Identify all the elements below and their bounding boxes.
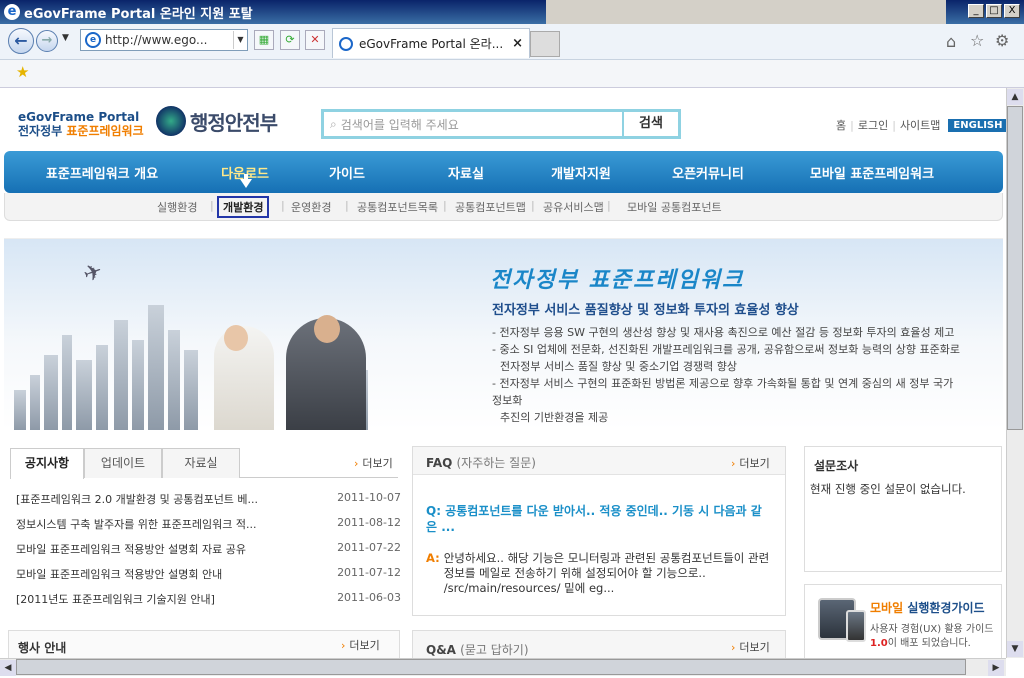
home-icon[interactable]: ⌂ xyxy=(946,32,956,51)
list-item[interactable]: [2011년도 표준프레임워크 기술지원 안내] 2011-06-03 xyxy=(16,591,401,607)
down-arrow-icon xyxy=(240,179,252,188)
survey-text: 현재 진행 중인 설문이 없습니다. xyxy=(810,482,966,496)
mobile-guide-title: 모바일 실행환경가이드 xyxy=(870,601,985,615)
government-seal-icon xyxy=(156,106,186,136)
tab-close-icon[interactable]: × xyxy=(512,36,523,51)
horizontal-scroll-thumb[interactable] xyxy=(16,659,966,675)
address-bar[interactable]: e http://www.ego... ▼ xyxy=(80,29,248,51)
tab-title: eGovFrame Portal 온라... xyxy=(359,37,504,51)
scroll-left-icon[interactable]: ◀ xyxy=(0,660,16,676)
scroll-down-icon[interactable]: ▼ xyxy=(1007,641,1023,657)
banner-bullets: - 전자정부 응용 SW 구현의 생산성 향상 및 재사용 촉진으로 예산 절감… xyxy=(492,326,960,424)
list-item[interactable]: [표준프레임워크 2.0 개발환경 및 공통컴포넌트 베... 2011-10-0… xyxy=(16,491,401,507)
nav-overview[interactable]: 표준프레임워크 개요 xyxy=(4,163,200,182)
subnav-shared-service-map[interactable]: 공유서비스맵 xyxy=(543,199,604,215)
events-more-link[interactable]: 더보기 xyxy=(341,637,379,653)
window-title: eGovFrame Portal 온라인 지원 포탈 xyxy=(24,6,253,22)
maximize-button[interactable]: □ xyxy=(986,4,1002,18)
site-search: ⌕ 검색어를 입력해 주세요 검색 xyxy=(321,109,681,139)
search-button[interactable]: 검색 xyxy=(622,112,678,136)
scroll-up-icon[interactable]: ▲ xyxy=(1007,89,1023,105)
add-favorites-icon[interactable]: ★ xyxy=(16,63,29,81)
window-titlebar: e eGovFrame Portal 온라인 지원 포탈 _ □ X xyxy=(0,0,1024,24)
tools-gear-icon[interactable]: ⚙ xyxy=(995,31,1009,50)
faq-more-link[interactable]: 더보기 xyxy=(731,455,769,471)
notice-more-link[interactable]: 더보기 xyxy=(354,455,392,471)
history-dropdown-icon[interactable]: ▼ xyxy=(62,33,69,43)
subnav-mobile-component[interactable]: 모바일 공통컴포넌트 xyxy=(627,199,722,215)
tab-page-icon xyxy=(339,36,353,51)
compatibility-view-icon[interactable]: ▦ xyxy=(254,30,274,50)
banner-subtitle: 전자정부 서비스 품질향상 및 정보화 투자의 효율성 향상 xyxy=(492,303,799,318)
notice-tabs: 공지사항 업데이트 자료실 xyxy=(10,448,398,479)
magnifier-icon: ⌕ xyxy=(330,116,337,131)
events-title: 행사 안내 xyxy=(18,641,67,655)
search-input[interactable]: ⌕ 검색어를 입력해 주세요 xyxy=(324,112,622,136)
qna-title: Q&A (묻고 답하기) xyxy=(426,643,529,657)
banner-title: 전자정부 표준프레임워크 xyxy=(490,268,745,293)
tab-notice[interactable]: 공지사항 xyxy=(10,448,84,479)
faq-title: FAQ (자주하는 질문) xyxy=(426,456,536,470)
list-item[interactable]: 모바일 표준프레임워크 적용방안 설명회 안내 2011-07-12 xyxy=(16,566,401,582)
list-item[interactable]: 정보시스템 구축 발주자를 위한 표준프레임워크 적... 2011-08-12 xyxy=(16,516,401,532)
tab-library[interactable]: 자료실 xyxy=(162,448,240,478)
site-logo[interactable]: eGovFrame Portal 전자정부 표준프레임워크 xyxy=(18,110,144,138)
subnav-component-list[interactable]: 공통컴포넌트목록 xyxy=(357,199,438,215)
nav-developer[interactable]: 개발자지원 xyxy=(528,163,634,182)
close-button[interactable]: X xyxy=(1004,4,1020,18)
subnav-opsenv[interactable]: 운영환경 xyxy=(291,199,331,215)
minimize-button[interactable]: _ xyxy=(968,4,984,18)
faq-question[interactable]: Q: 공통컴포넌트를 다운 받아서.. 적용 중인데.. 기동 시 다음과 같은… xyxy=(426,503,771,535)
subnav-component-map[interactable]: 공통컴포넌트맵 xyxy=(455,199,526,215)
login-link[interactable]: 로그인 xyxy=(858,117,888,133)
sitemap-link[interactable]: 사이트맵 xyxy=(900,117,940,133)
favorites-star-icon[interactable]: ☆ xyxy=(970,31,984,50)
scroll-right-icon[interactable]: ▶ xyxy=(988,660,1004,676)
survey-title: 설문조사 xyxy=(814,459,859,473)
subnav-runtime[interactable]: 실행환경 xyxy=(157,199,197,215)
address-text: http://www.ego... xyxy=(105,33,208,47)
nav-community[interactable]: 오픈커뮤니티 xyxy=(634,163,782,182)
new-tab-button[interactable] xyxy=(530,31,560,57)
nav-mobile[interactable]: 모바일 표준프레임워크 xyxy=(782,163,962,182)
ie-page-icon: e xyxy=(85,32,101,48)
nav-resources[interactable]: 자료실 xyxy=(404,163,528,182)
tab-updates[interactable]: 업데이트 xyxy=(84,448,162,478)
browser-tab[interactable]: eGovFrame Portal 온라... × xyxy=(332,28,530,58)
utility-links: 홈 | 로그인 | 사이트맵 ENGLISH xyxy=(836,117,1008,133)
faq-answer: A: 안녕하세요.. 해당 기능은 모니터링과 관련된 공통컴포넌트들이 관련 정… xyxy=(426,551,770,595)
nav-guide[interactable]: 가이드 xyxy=(290,163,404,182)
address-dropdown-icon[interactable]: ▼ xyxy=(233,31,247,49)
ministry-logo[interactable]: 행정안전부 xyxy=(156,106,278,136)
english-button[interactable]: ENGLISH xyxy=(948,118,1008,132)
qna-more-link[interactable]: 더보기 xyxy=(731,639,769,655)
forward-arrow-icon[interactable]: → xyxy=(36,30,58,52)
phone-icon xyxy=(846,610,866,642)
favorites-bar xyxy=(0,60,1024,88)
airplane-icon: ✈ xyxy=(80,258,107,289)
main-nav: 표준프레임워크 개요 다운로드 가이드 자료실 개발자지원 오픈커뮤니티 모바일… xyxy=(4,151,1003,193)
stop-icon[interactable]: ✕ xyxy=(305,30,325,50)
refresh-icon[interactable]: ⟳ xyxy=(280,30,300,50)
sub-nav: 실행환경 | 개발환경 | 운영환경 | 공통컴포넌트목록 | 공통컴포넌트맵 … xyxy=(4,193,1003,221)
home-link[interactable]: 홈 xyxy=(836,117,846,133)
back-arrow-icon[interactable]: ← xyxy=(8,28,34,54)
subnav-devenv[interactable]: 개발환경 xyxy=(217,196,270,218)
vertical-scroll-thumb[interactable] xyxy=(1007,106,1023,430)
ie-logo-icon: e xyxy=(4,4,20,20)
list-item[interactable]: 모바일 표준프레임워크 적용방안 설명회 자료 공유 2011-07-22 xyxy=(16,541,401,557)
